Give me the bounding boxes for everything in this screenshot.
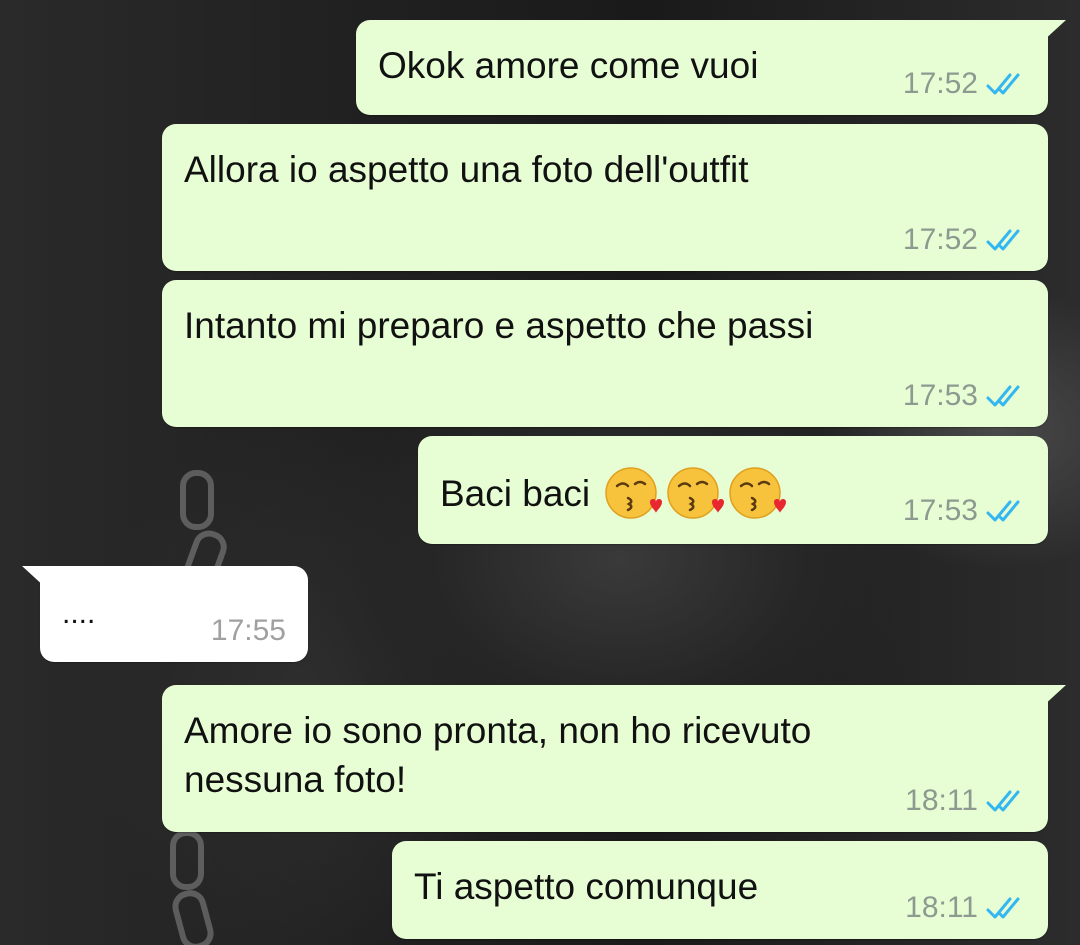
message-text: Ti aspetto comunque (414, 866, 759, 907)
message-meta: 18:11 (905, 784, 1026, 818)
message-bubble-outgoing[interactable]: Allora io aspetto una foto dell'outfit 1… (162, 124, 1048, 271)
message-text: Okok amore come vuoi (378, 45, 759, 86)
message-meta: 17:53 (903, 379, 1026, 413)
message-meta: 18:11 (905, 891, 1026, 925)
message-meta: 17:52 (903, 67, 1026, 101)
message-time: 17:53 (902, 379, 978, 412)
message-text-with-emoji: Baci baci (440, 464, 786, 522)
kissing-face-with-heart-emoji (728, 464, 786, 522)
message-bubble-incoming[interactable]: .... 17:55 (22, 566, 308, 662)
message-bubble-outgoing[interactable]: Okok amore come vuoi 17:52 (356, 20, 1066, 115)
wallpaper-chain-decoration (180, 470, 214, 530)
message-meta: 17:52 (903, 223, 1026, 257)
double-check-read-icon (986, 498, 1026, 524)
double-check-read-icon (986, 71, 1026, 97)
double-check-read-icon (986, 788, 1026, 814)
double-check-read-icon (986, 895, 1026, 921)
message-time: 17:53 (902, 494, 978, 527)
message-text: Baci baci (440, 472, 591, 514)
message-bubble-outgoing[interactable]: Baci baci 17:53 (418, 436, 1048, 544)
wallpaper-chain-decoration (170, 830, 204, 890)
wallpaper-chain-decoration (168, 886, 218, 945)
message-bubble-outgoing[interactable]: Intanto mi preparo e aspetto che passi 1… (162, 280, 1048, 427)
message-meta: 17:53 (903, 494, 1026, 528)
message-time: 17:52 (902, 67, 978, 100)
double-check-read-icon (986, 227, 1026, 253)
kissing-face-with-heart-emoji (604, 464, 662, 522)
message-meta: 17:55 (211, 614, 286, 648)
message-bubble-outgoing[interactable]: Amore io sono pronta, non ho ricevuto ne… (162, 685, 1066, 832)
message-time: 18:11 (905, 784, 978, 817)
message-text: .... (62, 597, 96, 630)
message-text: Intanto mi preparo e aspetto che passi (184, 305, 814, 346)
message-text-line: Amore io sono pronta, non ho ricevuto (184, 710, 812, 751)
double-check-read-icon (986, 383, 1026, 409)
message-time: 17:55 (210, 614, 286, 647)
kissing-face-with-heart-emoji (666, 464, 724, 522)
message-text: Allora io aspetto una foto dell'outfit (184, 149, 749, 190)
message-text-line: nessuna foto! (184, 759, 407, 800)
message-time: 18:11 (905, 891, 978, 924)
message-time: 17:52 (902, 223, 978, 256)
message-bubble-outgoing[interactable]: Ti aspetto comunque 18:11 (392, 841, 1048, 939)
